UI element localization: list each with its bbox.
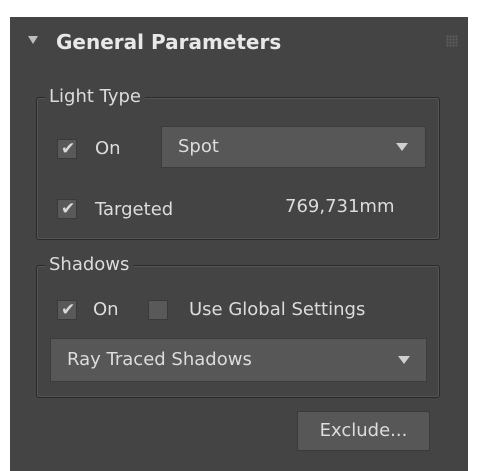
light-type-group: Light Type ✔ On Spot ✔ Targeted 769,731m…: [36, 86, 440, 240]
chevron-down-icon: [396, 143, 408, 151]
rollout-header[interactable]: General Parameters: [10, 17, 468, 67]
exclude-button-label: Exclude...: [319, 420, 408, 441]
use-global-settings-label[interactable]: Use Global Settings: [189, 299, 365, 321]
general-parameters-panel: General Parameters Light Type ✔ On Spot …: [10, 17, 468, 471]
use-global-settings-checkbox[interactable]: [148, 300, 168, 320]
rollout-title[interactable]: General Parameters: [56, 30, 281, 54]
collapse-arrow-icon[interactable]: [28, 36, 38, 44]
target-distance-value: 769,731mm: [285, 196, 395, 217]
grip-icon[interactable]: [446, 35, 458, 47]
shadows-on-label[interactable]: On: [93, 299, 119, 321]
light-type-group-label: Light Type: [45, 86, 145, 108]
check-icon: ✔: [61, 300, 76, 320]
light-type-dropdown[interactable]: Spot: [161, 126, 426, 168]
shadows-group: Shadows ✔ On Use Global Settings Ray Tra…: [36, 254, 440, 398]
targeted-checkbox[interactable]: ✔: [57, 199, 77, 219]
targeted-label[interactable]: Targeted: [95, 199, 173, 221]
light-type-dropdown-value: Spot: [178, 136, 219, 157]
exclude-button[interactable]: Exclude...: [297, 411, 430, 451]
check-icon: ✔: [61, 199, 76, 219]
shadows-group-label: Shadows: [45, 254, 134, 276]
shadows-on-checkbox[interactable]: ✔: [57, 300, 77, 320]
light-on-label[interactable]: On: [95, 138, 121, 160]
check-icon: ✔: [61, 139, 76, 159]
chevron-down-icon: [398, 356, 410, 364]
shadow-type-dropdown-value: Ray Traced Shadows: [67, 349, 252, 370]
shadow-type-dropdown[interactable]: Ray Traced Shadows: [50, 338, 427, 382]
light-on-checkbox[interactable]: ✔: [57, 139, 77, 159]
